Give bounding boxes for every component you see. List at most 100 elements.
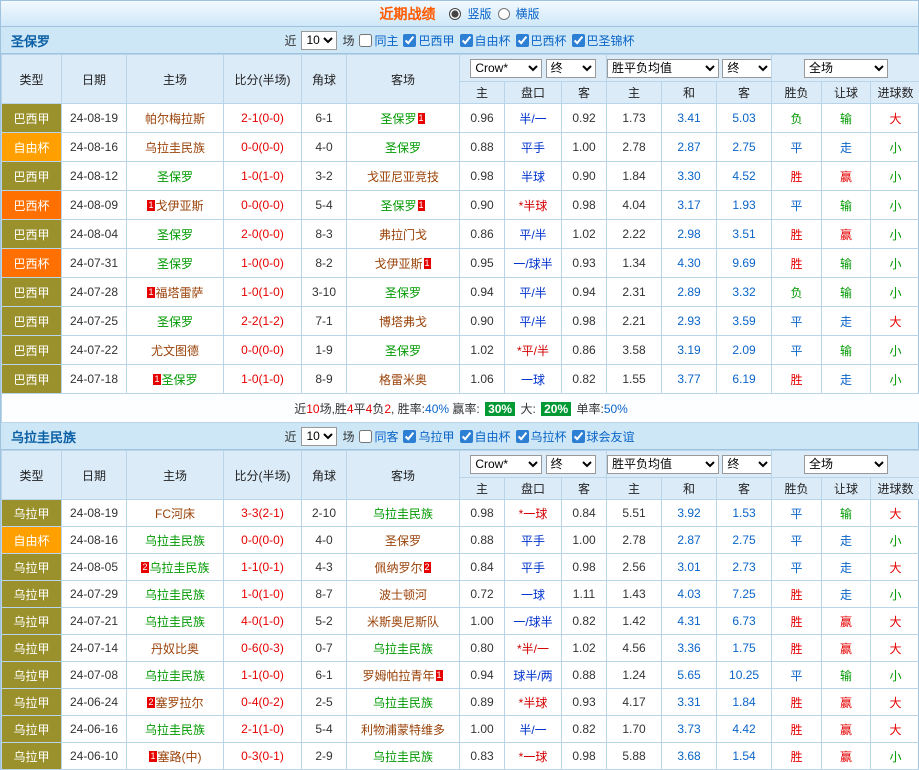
avg-home-odds: 1.34: [607, 249, 662, 278]
subcol-handicap-result: 让球: [822, 478, 871, 500]
league-filter-1[interactable]: 自由杯: [460, 32, 511, 49]
team-name-link[interactable]: 塞路(中): [158, 750, 202, 764]
team-name-link[interactable]: 罗姆帕拉青年: [362, 669, 434, 683]
horizontal-layout-radio[interactable]: [498, 8, 510, 20]
corner-score: 2-10: [302, 500, 347, 527]
team-name-link[interactable]: 乌拉圭民族: [145, 615, 205, 629]
team-name-link[interactable]: 乌拉圭民族: [373, 507, 433, 521]
odds-final-select[interactable]: 终: [546, 59, 596, 78]
subcol-avg-draw: 和: [662, 478, 717, 500]
team-name-link[interactable]: 帕尔梅拉斯: [145, 112, 205, 126]
team-name-link[interactable]: 圣保罗: [385, 141, 421, 155]
league-checkbox[interactable]: [516, 430, 529, 443]
summary-text: , 胜率:: [391, 402, 425, 416]
team-name-link[interactable]: 圣保罗: [157, 315, 193, 329]
team-name-link[interactable]: 乌拉圭民族: [145, 669, 205, 683]
handicap-line: *平/半: [505, 336, 562, 365]
avg-final-select[interactable]: 终: [722, 59, 771, 78]
odds-source-select[interactable]: Crow*: [470, 59, 542, 78]
team-name-link[interactable]: FC河床: [155, 507, 195, 521]
team-name-link[interactable]: 博塔弗戈: [379, 315, 427, 329]
team-name-link[interactable]: 圣保罗: [157, 257, 193, 271]
handicap-result: 走: [822, 554, 871, 581]
match-score: 1-0(1-0): [224, 278, 302, 307]
vertical-layout-label[interactable]: 竖版: [467, 5, 491, 22]
league-filter-2[interactable]: 巴西杯: [516, 32, 567, 49]
horizontal-layout-label[interactable]: 横版: [516, 5, 540, 22]
league-checkbox[interactable]: [403, 34, 416, 47]
league-filter-2[interactable]: 乌拉杯: [516, 428, 567, 445]
team-name-link[interactable]: 塞罗拉尔: [156, 696, 204, 710]
vertical-layout-radio[interactable]: [449, 8, 461, 20]
avg-source-select[interactable]: 胜平负均值: [607, 455, 719, 474]
match-date: 24-07-31: [62, 249, 127, 278]
team-name-link[interactable]: 圣保罗: [385, 534, 421, 548]
avg-away-odds: 6.73: [717, 608, 772, 635]
scope-select[interactable]: 全场: [804, 59, 888, 78]
league-checkbox[interactable]: [403, 430, 416, 443]
league-checkbox[interactable]: [516, 34, 529, 47]
league-filter-0[interactable]: 乌拉甲: [403, 428, 454, 445]
team-cell: 帕尔梅拉斯: [127, 104, 224, 133]
team-cell: 乌拉圭民族: [127, 581, 224, 608]
avg-away-odds: 3.51: [717, 220, 772, 249]
league-checkbox[interactable]: [572, 34, 585, 47]
team-name-link[interactable]: 波士顿河: [379, 588, 427, 602]
same-venue-checkbox[interactable]: [359, 430, 372, 443]
red-card-badge: 1: [436, 670, 443, 681]
corner-score: 2-9: [302, 743, 347, 770]
team-name-link[interactable]: 圣保罗: [380, 112, 416, 126]
team-name-link[interactable]: 乌拉圭民族: [145, 588, 205, 602]
team-name-link[interactable]: 乌拉圭民族: [150, 561, 210, 575]
league-filter-3[interactable]: 巴圣锦杯: [572, 32, 635, 49]
team-name-link[interactable]: 戈伊亚斯: [156, 199, 204, 213]
team-name-link[interactable]: 圣保罗: [157, 170, 193, 184]
odds-source-select[interactable]: Crow*: [470, 455, 542, 474]
team-name-link[interactable]: 佩纳罗尔: [374, 561, 422, 575]
same-venue-filter[interactable]: 同客: [359, 428, 398, 445]
league-checkbox[interactable]: [460, 34, 473, 47]
avg-final-select[interactable]: 终: [722, 455, 771, 474]
avg-source-select[interactable]: 胜平负均值: [607, 59, 719, 78]
team-name-link[interactable]: 圣保罗: [385, 344, 421, 358]
recent-count-select[interactable]: 10: [301, 427, 337, 446]
team-name-link[interactable]: 弗拉门戈: [379, 228, 427, 242]
team-name-link[interactable]: 乌拉圭民族: [145, 141, 205, 155]
scope-select[interactable]: 全场: [804, 455, 888, 474]
team-name-link[interactable]: 圣保罗: [380, 199, 416, 213]
team-name-link[interactable]: 福塔雷萨: [156, 286, 204, 300]
team-name-link[interactable]: 乌拉圭民族: [373, 642, 433, 656]
team-name-link[interactable]: 利物浦蒙特维多: [361, 723, 445, 737]
odds-final-select[interactable]: 终: [546, 455, 596, 474]
league-filter-0[interactable]: 巴西甲: [403, 32, 454, 49]
same-venue-filter[interactable]: 同主: [359, 32, 398, 49]
team-name-link[interactable]: 丹奴比奥: [151, 642, 199, 656]
team-name-link[interactable]: 格雷米奥: [379, 373, 427, 387]
league-checkbox[interactable]: [572, 430, 585, 443]
team-name-link[interactable]: 圣保罗: [385, 286, 421, 300]
match-row: 巴西甲24-07-25圣保罗2-2(1-2)7-1博塔弗戈0.90平/半0.98…: [2, 307, 919, 336]
team-name-link[interactable]: 乌拉圭民族: [373, 750, 433, 764]
team-name-link[interactable]: 尤文图德: [151, 344, 199, 358]
team-name-link[interactable]: 乌拉圭民族: [145, 534, 205, 548]
team-name-link[interactable]: 戈亚尼亚竞技: [367, 170, 439, 184]
team-name-link[interactable]: 圣保罗: [157, 228, 193, 242]
league-checkbox[interactable]: [460, 430, 473, 443]
team-name-link[interactable]: 圣保罗: [162, 373, 198, 387]
matches-tbody-0: 巴西甲24-08-19帕尔梅拉斯2-1(0-0)6-1圣保罗10.96半/一0.…: [2, 104, 919, 394]
away-handicap-odds: 0.82: [562, 365, 607, 394]
same-venue-checkbox[interactable]: [359, 34, 372, 47]
handicap-result: 赢: [822, 635, 871, 662]
league-filter-3[interactable]: 球会友谊: [572, 428, 635, 445]
league-type-badge: 巴西杯: [2, 191, 62, 220]
recent-count-select[interactable]: 10: [301, 31, 337, 50]
team-name-link[interactable]: 乌拉圭民族: [145, 723, 205, 737]
team-cell: 1福塔雷萨: [127, 278, 224, 307]
team-name-link[interactable]: 戈伊亚斯: [374, 257, 422, 271]
team-name-link[interactable]: 乌拉圭民族: [373, 696, 433, 710]
league-filter-1[interactable]: 自由杯: [460, 428, 511, 445]
goals-result: 小: [871, 278, 919, 307]
league-type-badge: 乌拉甲: [2, 554, 62, 581]
team-name-link[interactable]: 米斯奥尼斯队: [367, 615, 439, 629]
match-result: 胜: [772, 365, 822, 394]
